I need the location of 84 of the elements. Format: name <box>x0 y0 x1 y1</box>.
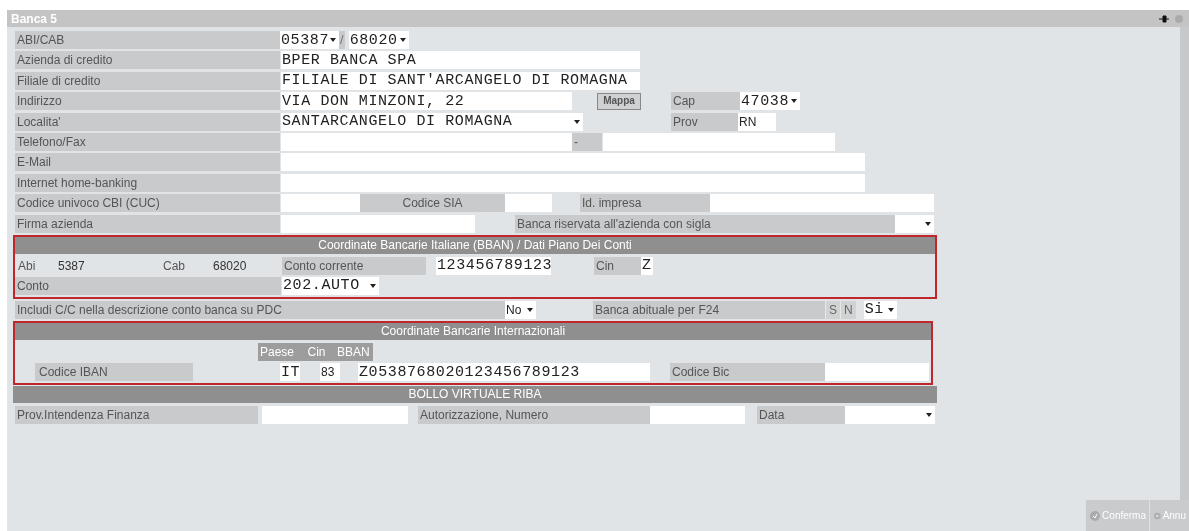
caret-icon <box>925 221 931 226</box>
sia-field[interactable] <box>505 194 552 213</box>
field-label: Cin <box>298 343 335 362</box>
field-label: Prov.Intendenza Finanza <box>15 406 258 425</box>
impresa-field[interactable] <box>710 194 934 213</box>
option-toggle[interactable]: S <box>825 300 840 319</box>
caret-icon <box>887 307 894 312</box>
date-dropdown[interactable] <box>845 406 935 425</box>
field-label: Banca abituale per F24 <box>593 300 825 319</box>
option-toggle[interactable]: N <box>840 300 856 319</box>
field-label: Cab <box>162 257 186 275</box>
circle-icon[interactable] <box>1175 14 1183 23</box>
phone-field[interactable] <box>281 132 572 151</box>
field-label: Prov <box>671 112 738 131</box>
field-label: Cap <box>671 92 740 111</box>
cab-value: 68020 <box>212 257 248 275</box>
caret-icon <box>926 413 932 418</box>
intendenza-field[interactable] <box>262 406 408 425</box>
section-header: Coordinate Bancarie Internazionali <box>15 323 931 341</box>
field-label: Includi C/C nella descrizione conto banca su PDC <box>15 300 505 319</box>
account-field[interactable]: 123456789123 <box>436 256 551 275</box>
field-label: Indirizzo <box>15 92 280 111</box>
field-label: Autorizzazione, Numero <box>418 406 650 425</box>
field-label: Data <box>757 406 845 425</box>
field-label: Azienda di credito <box>15 51 280 70</box>
field-label: Codice univoco CBI (CUC) <box>15 194 280 213</box>
cap-dropdown[interactable]: 47038 <box>740 92 800 111</box>
email-field[interactable] <box>281 153 865 172</box>
field-label: Paese <box>258 343 298 362</box>
includi-dropdown[interactable]: No <box>505 300 536 319</box>
section-header: Coordinate Bancarie Italiane (BBAN) / Dati Piano Dei Conti <box>15 236 935 254</box>
field-label: Codice Bic <box>670 363 825 382</box>
input-field[interactable]: VIA DON MINZONI, 22 <box>281 92 572 111</box>
field-label: Codice IBAN <box>35 363 193 382</box>
localita-dropdown[interactable]: SANTARCANGELO DI ROMAGNA <box>281 112 583 131</box>
separator-text: - <box>572 132 602 151</box>
caret-icon <box>330 38 336 42</box>
field-label: BBAN <box>335 343 373 362</box>
field-label: Codice SIA <box>360 194 505 213</box>
field-label: ABI/CAB <box>15 31 280 49</box>
cin-field[interactable]: 83 <box>320 363 340 382</box>
caret-icon <box>791 99 797 104</box>
fax-field[interactable] <box>603 132 835 151</box>
field-label: Id. impresa <box>580 194 710 213</box>
field-label: Firma azienda <box>15 214 280 233</box>
check-icon <box>1090 510 1101 521</box>
field-label: Conto corrente <box>282 256 426 275</box>
field-label: Localita' <box>15 112 280 131</box>
caret-icon <box>527 307 533 312</box>
caret-icon <box>370 283 376 288</box>
scroll-bar[interactable] <box>1180 27 1189 500</box>
pin-icon[interactable] <box>1159 14 1169 23</box>
f24-dropdown[interactable]: Si <box>863 300 897 319</box>
window-title: Banca 5 <box>11 12 58 25</box>
caret-icon <box>574 119 580 124</box>
auth-field[interactable] <box>650 406 745 425</box>
close-icon <box>1154 510 1161 521</box>
field-label: Internet home-banking <box>15 173 280 192</box>
abi-value: 5387 <box>57 257 86 275</box>
section-header: BOLLO VIRTUALE RIBA <box>13 386 937 404</box>
field-label: Cin <box>594 256 641 275</box>
bic-field[interactable] <box>825 363 929 382</box>
field-label: Conto <box>15 276 281 295</box>
field-label: E-Mail <box>15 153 280 172</box>
country-field[interactable]: IT <box>280 363 300 382</box>
caret-icon <box>399 38 406 42</box>
input-field[interactable]: RN <box>738 112 776 131</box>
abi-dropdown[interactable]: 05387 <box>280 31 339 49</box>
cab-dropdown[interactable]: 68020 <box>348 31 409 49</box>
field-label: Telefono/Fax <box>15 132 280 151</box>
input-field[interactable]: BPER BANCA SPA <box>281 51 640 70</box>
separator-text: / <box>339 31 345 49</box>
url-field[interactable] <box>281 173 865 192</box>
cin-field[interactable]: Z <box>641 256 653 275</box>
firma-field[interactable] <box>281 214 475 233</box>
sigla-dropdown[interactable] <box>895 214 934 233</box>
map-button[interactable]: Mappa <box>597 92 641 110</box>
cbi-field[interactable] <box>281 194 360 213</box>
conto-dropdown[interactable]: 202.AUTO <box>282 276 379 295</box>
field-label: Banca riservata all'azienda con sigla <box>515 214 895 233</box>
field-label: Abi <box>17 257 37 275</box>
bban-field[interactable]: Z0538768020123456789123 <box>358 363 650 382</box>
field-label: Filiale di credito <box>15 71 280 90</box>
input-field[interactable]: FILIALE DI SANT'ARCANGELO DI ROMAGNA <box>281 71 640 90</box>
